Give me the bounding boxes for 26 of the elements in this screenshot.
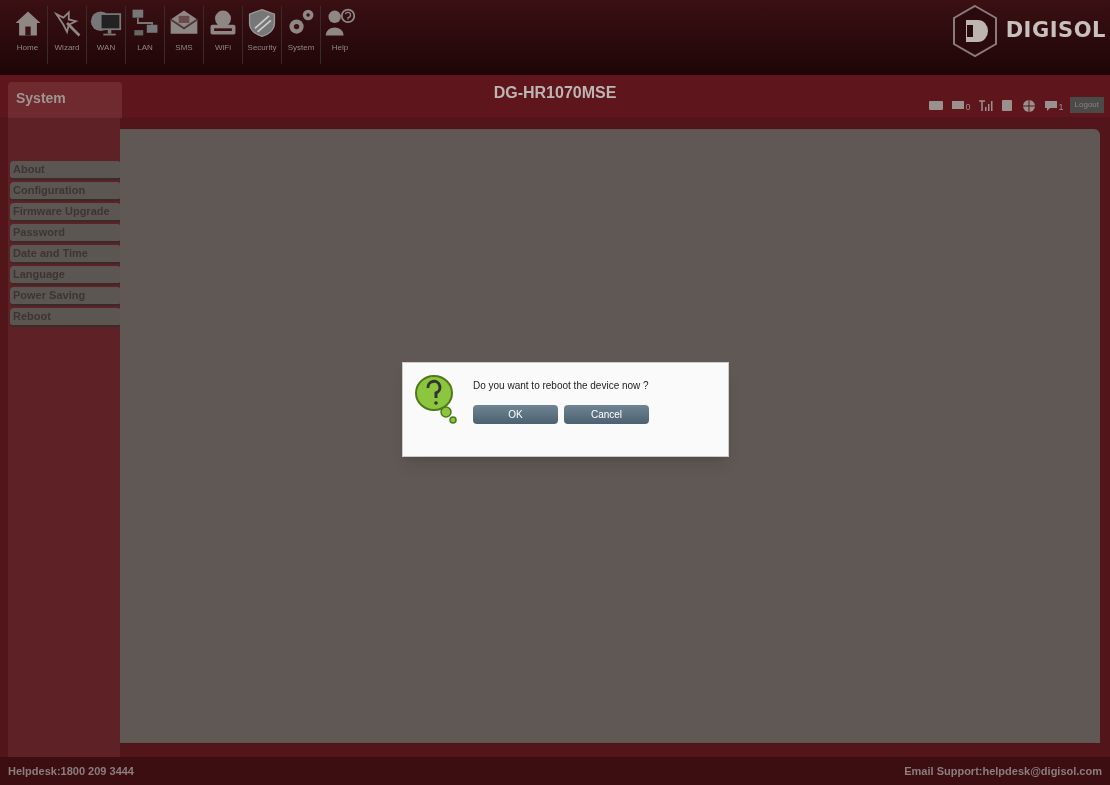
cancel-button[interactable]: Cancel xyxy=(564,405,649,424)
question-bubble-icon xyxy=(413,373,457,425)
signal-icon xyxy=(976,98,993,112)
nav-button[interactable]: WAN xyxy=(86,6,125,64)
nav-button[interactable]: WiFi xyxy=(203,6,242,64)
nav-button[interactable]: Home xyxy=(8,6,47,64)
chat-icon xyxy=(1042,98,1059,112)
shield-icon xyxy=(246,6,278,40)
nav-button[interactable]: Security xyxy=(242,6,281,64)
count-text: 1 xyxy=(1058,102,1064,112)
nav-button[interactable]: Help xyxy=(320,6,359,64)
nav-button[interactable]: LAN xyxy=(125,6,164,64)
helpdesk-text: Helpdesk:1800 209 3444 xyxy=(8,763,134,779)
logo-icon xyxy=(951,4,998,58)
nav-button[interactable]: System xyxy=(281,6,320,64)
message-icon xyxy=(949,98,966,112)
dialog-message: Do you want to reboot the device now ? xyxy=(473,379,649,393)
globe-icon xyxy=(1020,98,1037,112)
sim-card-icon xyxy=(927,98,944,112)
device-title: DG-HR1070MSE xyxy=(493,83,617,103)
count-text: 0 xyxy=(965,102,971,112)
ok-button[interactable]: OK xyxy=(473,405,558,424)
nav-button[interactable]: Wizard xyxy=(47,6,86,64)
nav-button[interactable]: SMS xyxy=(164,6,203,64)
logo-text: DIGISOL xyxy=(1005,17,1106,45)
email-support-text: Email Support:helpdesk@digisol.com xyxy=(904,763,1102,779)
